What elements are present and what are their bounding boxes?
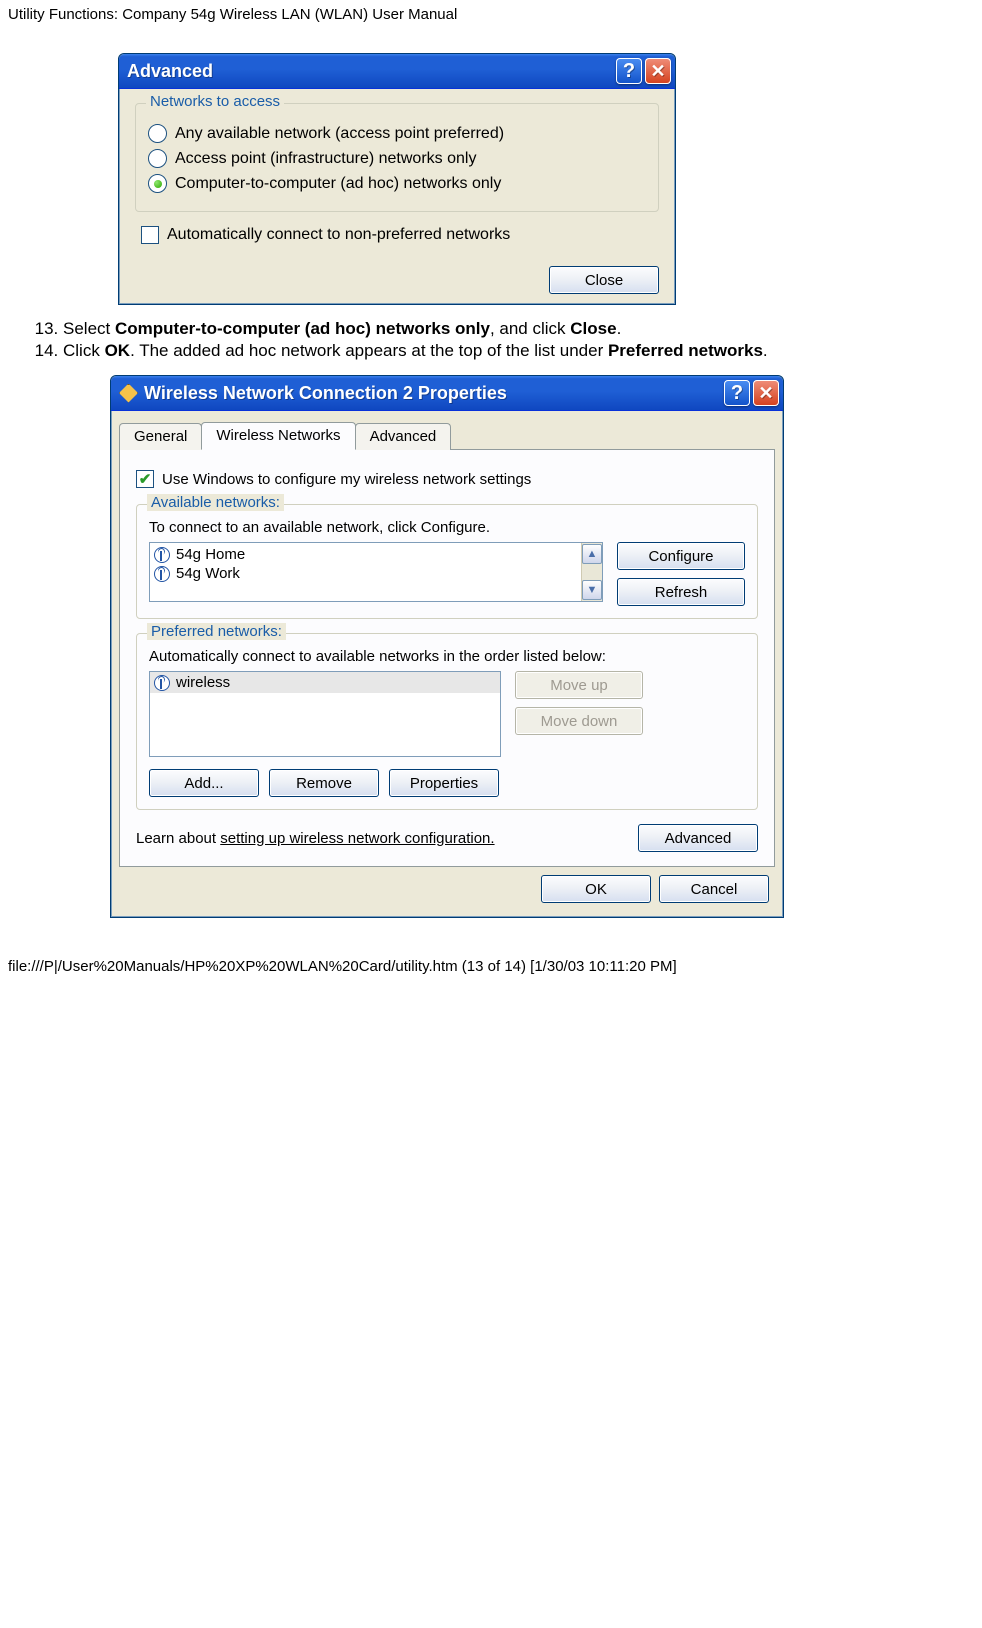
radio-icon <box>148 174 167 193</box>
group-legend: Available networks: <box>147 494 284 511</box>
preferred-networks-group: Preferred networks: Automatically connec… <box>136 633 758 810</box>
checkbox-icon <box>141 226 159 244</box>
wireless-icon <box>154 566 170 582</box>
preferred-networks-list[interactable]: wireless <box>149 671 501 757</box>
titlebar[interactable]: Wireless Network Connection 2 Properties… <box>111 376 783 411</box>
page-header: Utility Functions: Company 54g Wireless … <box>8 6 974 23</box>
tab-general[interactable]: General <box>119 423 202 450</box>
tab-advanced[interactable]: Advanced <box>355 423 452 450</box>
radio-label: Computer-to-computer (ad hoc) networks o… <box>175 175 501 193</box>
network-name: 54g Work <box>176 565 240 582</box>
instruction-steps: Select Computer-to-computer (ad hoc) net… <box>63 319 974 361</box>
use-windows-checkbox[interactable]: ✔ Use Windows to configure my wireless n… <box>136 470 758 488</box>
auto-connect-checkbox[interactable]: Automatically connect to non-preferred n… <box>141 226 659 244</box>
network-name: 54g Home <box>176 546 245 563</box>
move-down-button[interactable]: Move down <box>515 707 643 735</box>
available-hint: To connect to an available network, clic… <box>149 519 745 536</box>
radio-adhoc-only[interactable]: Computer-to-computer (ad hoc) networks o… <box>148 174 646 193</box>
help-icon[interactable]: ? <box>724 380 750 406</box>
available-networks-list[interactable]: 54g Home 54g Work ▲ ▼ <box>149 542 603 602</box>
tab-wireless-networks[interactable]: Wireless Networks <box>201 422 355 450</box>
list-item[interactable]: 54g Work <box>152 564 579 583</box>
window-icon <box>119 384 138 403</box>
checkbox-label: Automatically connect to non-preferred n… <box>167 226 510 244</box>
close-icon[interactable]: ✕ <box>753 380 779 406</box>
learn-link[interactable]: setting up wireless network configuratio… <box>220 830 494 847</box>
scrollbar[interactable]: ▲ ▼ <box>581 543 602 601</box>
scroll-down-icon[interactable]: ▼ <box>582 580 602 600</box>
radio-icon <box>148 124 167 143</box>
add-button[interactable]: Add... <box>149 769 259 797</box>
step-14: Click OK. The added ad hoc network appea… <box>63 341 974 361</box>
radio-label: Access point (infrastructure) networks o… <box>175 150 476 168</box>
properties-dialog: Wireless Network Connection 2 Properties… <box>110 375 784 918</box>
window-title: Advanced <box>127 61 616 82</box>
networks-access-group: Networks to access Any available network… <box>135 103 659 212</box>
page-footer: file:///P|/User%20Manuals/HP%20XP%20WLAN… <box>8 958 974 975</box>
cancel-button[interactable]: Cancel <box>659 875 769 903</box>
available-networks-group: Available networks: To connect to an ava… <box>136 504 758 619</box>
radio-label: Any available network (access point pref… <box>175 125 504 143</box>
network-name: wireless <box>176 674 230 691</box>
radio-icon <box>148 149 167 168</box>
wireless-tab-panel: ✔ Use Windows to configure my wireless n… <box>119 449 775 867</box>
radio-infrastructure-only[interactable]: Access point (infrastructure) networks o… <box>148 149 646 168</box>
ok-button[interactable]: OK <box>541 875 651 903</box>
close-icon[interactable]: ✕ <box>645 58 671 84</box>
move-up-button[interactable]: Move up <box>515 671 643 699</box>
preferred-hint: Automatically connect to available netwo… <box>149 648 745 665</box>
checkbox-label: Use Windows to configure my wireless net… <box>162 471 531 488</box>
properties-button[interactable]: Properties <box>389 769 499 797</box>
window-title: Wireless Network Connection 2 Properties <box>144 383 724 404</box>
remove-button[interactable]: Remove <box>269 769 379 797</box>
advanced-dialog: Advanced ? ✕ Networks to access Any avai… <box>118 53 676 305</box>
wireless-icon <box>154 547 170 563</box>
help-icon[interactable]: ? <box>616 58 642 84</box>
learn-text: Learn about setting up wireless network … <box>136 830 624 847</box>
tab-strip: General Wireless Networks Advanced <box>111 411 783 449</box>
step-13: Select Computer-to-computer (ad hoc) net… <box>63 319 974 339</box>
group-legend: Networks to access <box>146 93 284 110</box>
wireless-icon <box>154 675 170 691</box>
configure-button[interactable]: Configure <box>617 542 745 570</box>
close-button[interactable]: Close <box>549 266 659 294</box>
checkbox-icon: ✔ <box>136 470 154 488</box>
scroll-up-icon[interactable]: ▲ <box>582 544 602 564</box>
advanced-button[interactable]: Advanced <box>638 824 758 852</box>
list-item[interactable]: wireless <box>150 672 500 693</box>
list-item[interactable]: 54g Home <box>152 545 579 564</box>
radio-any-network[interactable]: Any available network (access point pref… <box>148 124 646 143</box>
group-legend: Preferred networks: <box>147 623 286 640</box>
titlebar[interactable]: Advanced ? ✕ <box>119 54 675 89</box>
refresh-button[interactable]: Refresh <box>617 578 745 606</box>
